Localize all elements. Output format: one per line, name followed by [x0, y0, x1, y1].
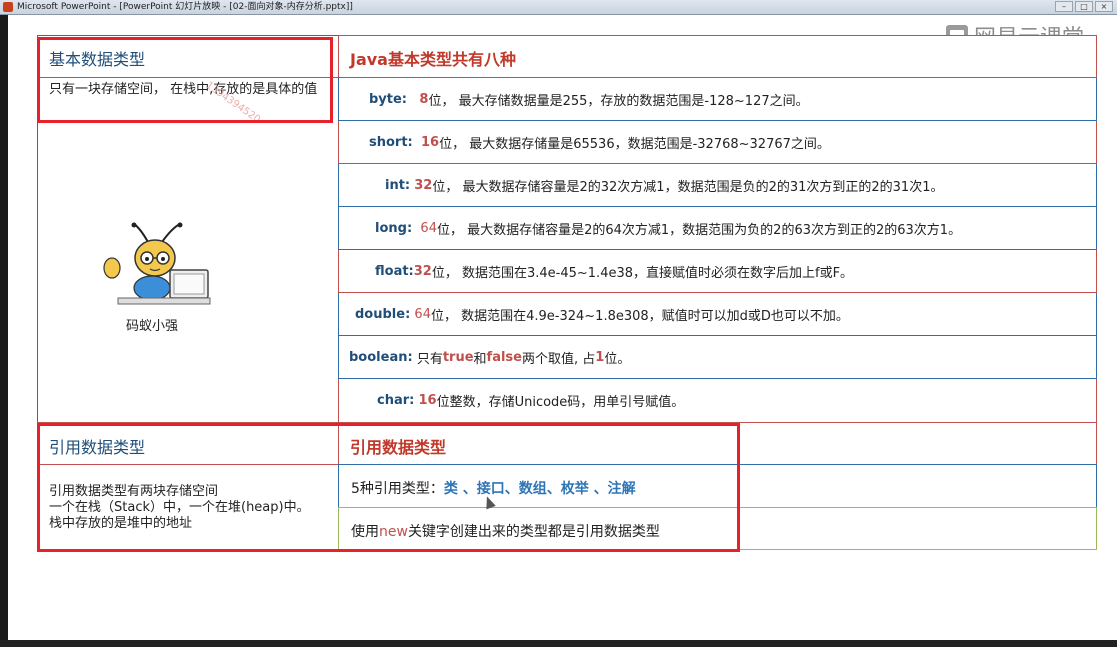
one-value: 1 — [595, 349, 605, 365]
keyword-label: int: — [385, 177, 411, 193]
false-keyword: false — [486, 349, 522, 365]
keyword-label: char: — [377, 393, 415, 408]
row-double: double: 64 位， 数据范围在4.9e-324~1.8e308，赋值时可… — [338, 293, 1097, 336]
row-text: 位， 最大存储数据量是255，存放的数据范围是-128~127之间。 — [428, 93, 809, 109]
row-text: 位整数，存储Unicode码，用单引号赋值。 — [436, 395, 685, 410]
bits-value: 8 — [419, 91, 429, 107]
row-char: char: 16 位整数，存储Unicode码，用单引号赋值。 — [338, 379, 1097, 423]
ant-mascot-image — [103, 222, 211, 305]
window-controls: – □ × — [1055, 1, 1113, 12]
window-titlebar: Microsoft PowerPoint - [PowerPoint 幻灯片放映… — [0, 0, 1117, 15]
row-boolean: boolean: 只有 true 和 false 两个取值, 占 1 位。 — [338, 336, 1097, 379]
window-title: Microsoft PowerPoint - [PowerPoint 幻灯片放映… — [17, 2, 353, 12]
row-text: 位， 最大数据存储量是65536，数据范围是-32768~32767之间。 — [439, 136, 830, 152]
mascot-caption: 码蚁小强 — [126, 319, 179, 334]
bits-value: 64 — [420, 220, 437, 236]
row-text: 位， 最大数据存储容量是2的32次方减1，数据范围是负的2的31次方到正的2的3… — [432, 179, 944, 195]
keyword-label: float: — [375, 263, 414, 279]
row-int: int: 32 位， 最大数据存储容量是2的32次方减1，数据范围是负的2的31… — [338, 164, 1097, 207]
minimize-button[interactable]: – — [1055, 1, 1073, 12]
primitive-right-header: Java基本类型共有八种 — [350, 50, 516, 69]
row-text: 位， 最大数据存储容量是2的64次方减1，数据范围为负的2的63次方到正的2的6… — [436, 222, 962, 238]
true-keyword: true — [442, 349, 474, 365]
bits-value: 16 — [421, 134, 440, 150]
highlight-box-primitive — [37, 37, 333, 123]
row-float: float: 32 位， 数据范围在3.4e-45~1.4e38，直接赋值时必须… — [338, 250, 1097, 293]
bits-value: 16 — [418, 393, 437, 408]
bits-value: 32 — [413, 263, 432, 279]
row-short: short: 16 位， 最大数据存储量是65536，数据范围是-32768~3… — [338, 121, 1097, 164]
maximize-button[interactable]: □ — [1075, 1, 1093, 12]
row-text: 位， 数据范围在3.4e-45~1.4e38，直接赋值时必须在数字后加上f或F。 — [431, 265, 854, 281]
highlight-box-reference — [37, 423, 740, 552]
close-button[interactable]: × — [1095, 1, 1113, 12]
row-text-mid: 两个取值, 占 — [522, 351, 596, 367]
bits-value: 64 — [414, 306, 431, 322]
keyword-label: byte: — [369, 91, 408, 107]
bits-value: 32 — [414, 177, 433, 193]
keyword-label: boolean: — [349, 349, 413, 365]
keyword-label: short: — [369, 134, 413, 150]
row-text-and: 和 — [473, 351, 487, 367]
keyword-label: long: — [375, 220, 413, 236]
row-byte: byte: 8 位， 最大存储数据量是255，存放的数据范围是-128~127之… — [338, 78, 1097, 121]
row-text-pre: 只有 — [416, 351, 443, 367]
taskbar-strip — [0, 640, 1117, 647]
row-text-end: 位。 — [604, 351, 631, 367]
keyword-label: double: — [355, 306, 411, 322]
row-long: long: 64 位， 最大数据存储容量是2的64次方减1，数据范围为负的2的6… — [338, 207, 1097, 250]
row-text: 位， 数据范围在4.9e-324~1.8e308，赋值时可以加d或D也可以不加。 — [430, 308, 849, 324]
powerpoint-icon — [3, 2, 13, 12]
